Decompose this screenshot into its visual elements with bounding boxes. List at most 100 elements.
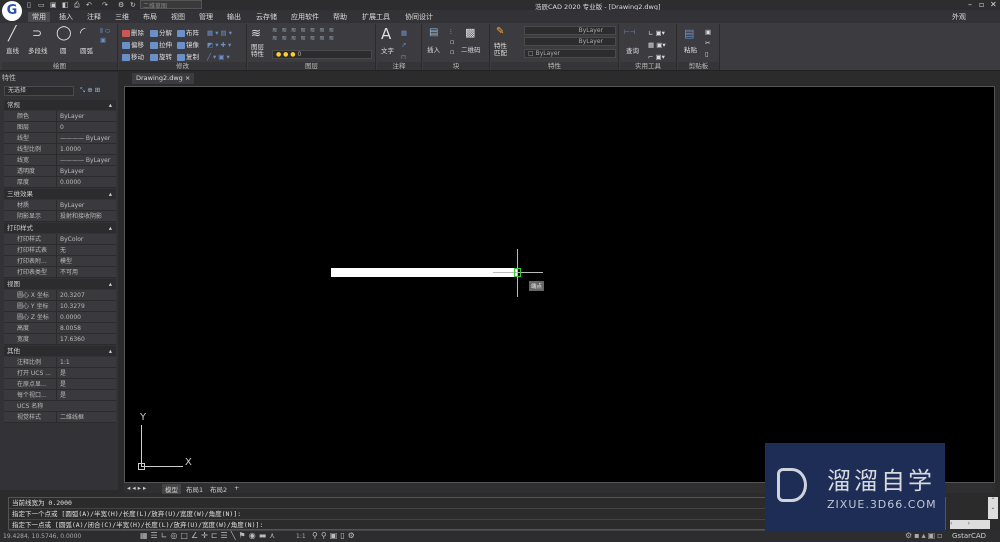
section-header[interactable]: 视图 ▴ bbox=[4, 279, 116, 289]
property-value[interactable]: ByColor bbox=[56, 234, 116, 245]
paste-button[interactable]: 粘贴 bbox=[684, 44, 697, 54]
text-icon[interactable]: A bbox=[381, 25, 391, 43]
property-row[interactable]: 厚度 0.0000 bbox=[4, 177, 116, 188]
hatch-icon[interactable]: ⫴ ⬭ ▣ bbox=[100, 27, 117, 44]
doc-tab[interactable]: Drawing2.dwg × bbox=[132, 73, 195, 84]
property-value[interactable]: 8.0058 bbox=[56, 323, 116, 334]
command-hscrollbar[interactable]: ‹ › bbox=[950, 520, 990, 529]
drafting-toggles-icon[interactable]: ▦☰∟◎□∠✛⊏☰╲⚑◉▬⋏ bbox=[140, 531, 278, 540]
arc-button[interactable]: 圆弧 bbox=[80, 45, 93, 55]
new-icon[interactable]: ▯ bbox=[27, 1, 31, 9]
property-value[interactable]: 0.0000 bbox=[56, 312, 116, 323]
linetype-select[interactable]: ByLayer bbox=[524, 37, 616, 46]
property-row[interactable]: 透明度 ByLayer bbox=[4, 166, 116, 177]
property-row[interactable]: 阴影显示 投射和接收阴影 bbox=[4, 211, 116, 222]
property-value[interactable]: 无 bbox=[56, 245, 116, 256]
tab-3d[interactable]: 三维 bbox=[115, 12, 129, 22]
minimize-button[interactable]: – bbox=[968, 0, 972, 9]
property-value[interactable]: 是 bbox=[56, 368, 116, 379]
match-properties-icon[interactable]: ✎ bbox=[496, 26, 504, 37]
color-select[interactable]: ByLayer bbox=[524, 26, 616, 35]
app-logo[interactable]: G bbox=[2, 1, 22, 21]
property-row[interactable]: 打印表类型 不可用 bbox=[4, 267, 116, 278]
property-value[interactable]: ByLayer bbox=[56, 111, 116, 122]
insert-icon[interactable]: ▤ bbox=[429, 27, 438, 38]
property-row[interactable]: 视觉样式 二维线框 bbox=[4, 412, 116, 423]
property-value[interactable]: ByLayer bbox=[56, 200, 116, 211]
appearance-menu[interactable]: 外观 bbox=[952, 12, 966, 22]
add-layout-button[interactable]: + bbox=[234, 484, 239, 492]
tab-layout[interactable]: 布局 bbox=[143, 12, 157, 22]
property-row[interactable]: 高度 8.0058 bbox=[4, 323, 116, 334]
property-value[interactable]: 1.0000 bbox=[56, 144, 116, 155]
property-value[interactable]: 20.3207 bbox=[56, 290, 116, 301]
tab-layout2[interactable]: 布局2 bbox=[210, 484, 227, 494]
tab-model[interactable]: 模型 bbox=[162, 484, 181, 494]
property-value[interactable]: 17.6360 bbox=[56, 334, 116, 345]
tab-home[interactable]: 常用 bbox=[28, 12, 50, 22]
stretch-button[interactable]: 拉伸 bbox=[150, 39, 172, 49]
utility-tools-icon[interactable]: ∟ ▣▾ ▦ ▣▾ ⌐ ▣▾ bbox=[648, 27, 666, 63]
property-row[interactable]: 线型比例 1.0000 bbox=[4, 144, 116, 155]
tab-collab[interactable]: 协同设计 bbox=[405, 12, 433, 22]
redo-icon[interactable]: ↷ bbox=[102, 1, 108, 9]
refresh-icon[interactable]: ↻ bbox=[130, 1, 136, 9]
dimension-icon[interactable]: ▦ ↗ ⊓ bbox=[401, 27, 407, 63]
measure-icon[interactable]: ⊢⊣ bbox=[624, 28, 635, 36]
layer-select[interactable]: ● ● ● 0 bbox=[272, 50, 372, 59]
property-row[interactable]: 每个视口... 是 bbox=[4, 390, 116, 401]
move-button[interactable]: 移动 bbox=[122, 51, 144, 61]
insert-button[interactable]: 插入 bbox=[427, 44, 440, 54]
property-row[interactable]: 打印样式表 无 bbox=[4, 245, 116, 256]
drawing-canvas[interactable]: 端点 Y X bbox=[124, 86, 995, 483]
property-value[interactable]: 模型 bbox=[56, 256, 116, 267]
property-value[interactable]: ———— ByLayer bbox=[56, 155, 116, 166]
property-value[interactable]: 二维线框 bbox=[56, 412, 116, 423]
copy-button[interactable]: 复制 bbox=[177, 51, 199, 61]
saveas-icon[interactable]: ◧ bbox=[62, 1, 69, 9]
cut-copy-icon[interactable]: ▣ ✂ ▯ bbox=[705, 27, 711, 60]
section-header[interactable]: 其他 ▴ bbox=[4, 346, 116, 356]
property-value[interactable]: 10.3279 bbox=[56, 301, 116, 312]
tab-manage[interactable]: 管理 bbox=[199, 12, 213, 22]
section-header[interactable]: 三维效果 ▴ bbox=[4, 189, 116, 199]
property-row[interactable]: 圆心 Z 坐标 0.0000 bbox=[4, 312, 116, 323]
property-row[interactable]: 圆心 Y 坐标 10.3279 bbox=[4, 301, 116, 312]
selection-select[interactable]: 无选择 bbox=[4, 86, 74, 96]
property-row[interactable]: 图层 0 bbox=[4, 122, 116, 133]
tab-output[interactable]: 输出 bbox=[227, 12, 241, 22]
circle-button[interactable]: 圆 bbox=[60, 45, 67, 55]
property-row[interactable]: 在原点显... 是 bbox=[4, 379, 116, 390]
select-tools-icon[interactable]: ⤡ ⊕ ⊞ bbox=[80, 86, 100, 95]
section-header[interactable]: 打印样式 ▴ bbox=[4, 223, 116, 233]
qrcode-icon[interactable]: ▩ bbox=[465, 26, 475, 39]
property-row[interactable]: UCS 名称 bbox=[4, 401, 116, 412]
print-icon[interactable]: ⎙ bbox=[74, 1, 80, 10]
property-value[interactable]: 1:1 bbox=[56, 357, 116, 368]
property-value[interactable]: 不可用 bbox=[56, 267, 116, 278]
layer-properties-icon[interactable]: ≋ bbox=[251, 26, 261, 40]
circle-icon[interactable]: ◯ bbox=[56, 25, 72, 41]
query-button[interactable]: 查询 bbox=[626, 45, 639, 55]
property-row[interactable]: 材质 ByLayer bbox=[4, 200, 116, 211]
close-button[interactable]: ✕ bbox=[990, 0, 997, 9]
tab-apps[interactable]: 应用软件 bbox=[291, 12, 319, 22]
polyline-entity[interactable] bbox=[331, 268, 518, 277]
match-properties-button[interactable]: 特性匹配 bbox=[494, 43, 508, 57]
property-value[interactable]: 0.0000 bbox=[56, 177, 116, 188]
property-value[interactable]: 投射和接收阴影 bbox=[56, 211, 116, 222]
tab-layout1[interactable]: 布局1 bbox=[186, 484, 203, 494]
more-modify-icon[interactable]: ▦ ▾ ▤ ▾ ◩ ▾ ✚ ▾ ╱ ▾ ▣ ▾ bbox=[207, 27, 232, 63]
property-row[interactable]: 注释比例 1:1 bbox=[4, 357, 116, 368]
rotate-button[interactable]: 旋转 bbox=[150, 51, 172, 61]
explode-button[interactable]: 分解 bbox=[150, 27, 172, 37]
workspace-select[interactable]: 二维草图 bbox=[140, 0, 202, 10]
property-value[interactable]: ByLayer bbox=[56, 166, 116, 177]
block-tools-icon[interactable]: ⫶ ▫ ▫ bbox=[450, 27, 454, 57]
tab-cloud[interactable]: 云存储 bbox=[256, 12, 277, 22]
property-row[interactable]: 打印表附... 模型 bbox=[4, 256, 116, 267]
property-value[interactable]: 是 bbox=[56, 390, 116, 401]
tab-extensions[interactable]: 扩展工具 bbox=[362, 12, 390, 22]
property-value[interactable]: ———— ByLayer bbox=[56, 133, 116, 144]
layer-tools-icon[interactable]: ≋≋≋≋≋≋≋ ≋≋≋≋≋≋≋ bbox=[272, 26, 338, 42]
